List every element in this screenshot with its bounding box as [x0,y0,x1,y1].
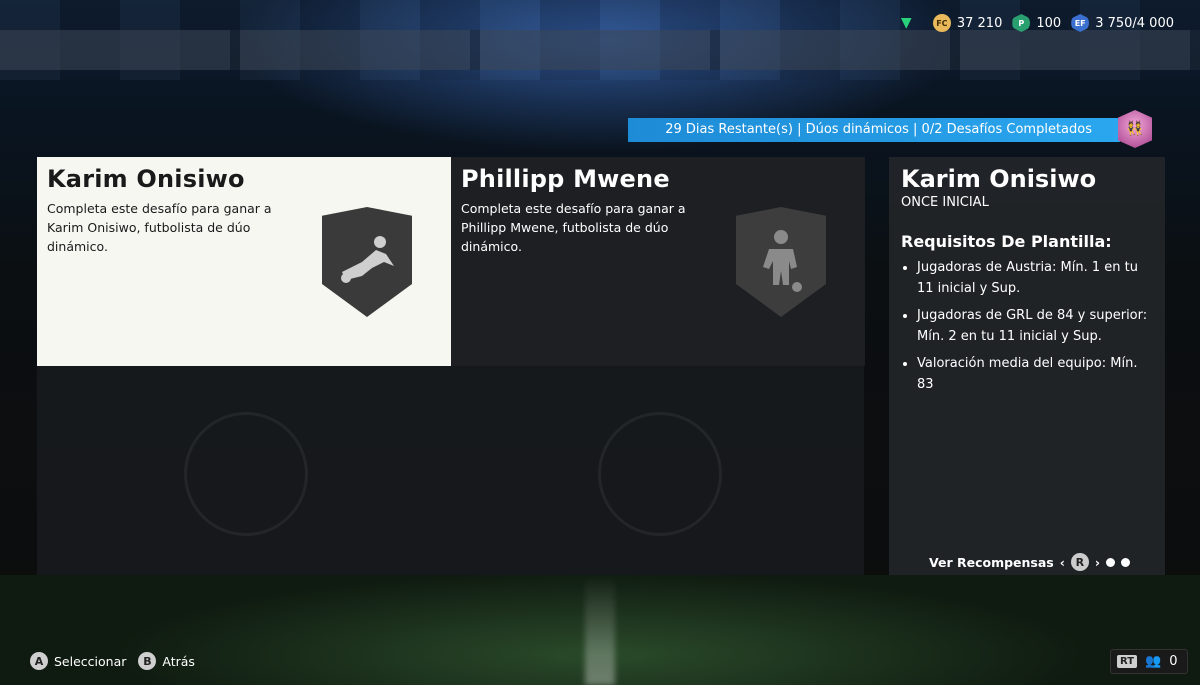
ef-icon: EF [1071,14,1090,32]
points-display: P 100 [1012,14,1061,32]
details-title: Karim Onisiwo [901,165,1097,193]
stadium-boards [0,30,1200,70]
duo-badge-icon: 👯 [1118,110,1152,148]
details-subtitle: ONCE INICIAL [901,195,989,210]
friends-button[interactable]: RT 👥 0 [1110,649,1188,674]
requirements-heading: Requisitos De Plantilla: [901,232,1112,251]
challenge-details-panel: Karim Onisiwo ONCE INICIAL Requisitos De… [889,157,1165,575]
coin-icon: FC [932,14,951,32]
points-icon: P [1012,14,1031,32]
requirement-item: Jugadoras de Austria: Mín. 1 en tu 11 in… [917,257,1153,299]
select-hint[interactable]: A Seleccionar [30,652,126,670]
player-emblem-icon [184,412,308,536]
back-hint[interactable]: B Atrás [138,652,195,670]
a-button-icon: A [30,652,48,670]
card-title: Karim Onisiwo [47,165,245,193]
chevron-left-icon: ‹ [1059,554,1065,570]
friends-count: 0 [1169,654,1178,669]
currency-bar: ▼ FC 37 210 P 100 EF 3 750/4 000 [901,14,1174,32]
select-label: Seleccionar [54,653,127,669]
challenge-card-karim[interactable]: Karim Onisiwo Completa este desafío para… [37,157,451,366]
card-description: Completa este desafío para ganar a Karim… [47,201,272,254]
back-label: Atrás [162,653,195,669]
coins-value: 37 210 [956,15,1003,31]
rt-button-icon: RT [1117,655,1138,668]
card-description: Completa este desafío para ganar a Phill… [461,201,686,254]
card-title: Phillipp Mwene [461,165,670,193]
player-silhouette-icon [322,207,412,317]
player-silhouette-icon [736,207,826,317]
view-rewards-button[interactable]: Ver Recompensas ‹ R › [929,553,1131,571]
points-value: 100 [1036,15,1062,31]
pitch-line [585,575,615,685]
banner-text: 29 Dias Restante(s) | Dúos dinámicos | 0… [665,122,1092,137]
coins-display: FC 37 210 [932,14,1003,32]
r-stick-icon: R [1070,553,1089,571]
ea-logo-icon: ▼ [900,15,912,31]
controller-hints: A Seleccionar B Atrás [30,652,195,670]
player-emblem-icon [598,412,722,536]
ef-display: EF 3 750/4 000 [1071,14,1174,32]
challenge-banner: 29 Dias Restante(s) | Dúos dinámicos | 0… [628,118,1120,142]
b-button-icon: B [138,652,157,670]
rewards-label: Ver Recompensas [929,554,1054,570]
requirement-item: Valoración media del equipo: Mín. 83 [917,353,1153,395]
chevron-right-icon: › [1094,554,1101,570]
requirement-item: Jugadoras de GRL de 84 y superior: Mín. … [917,305,1153,347]
requirements-list: Jugadoras de Austria: Mín. 1 en tu 11 in… [901,257,1153,395]
page-dot [1106,557,1116,567]
friends-icon: 👥 [1145,654,1162,669]
page-dot [1121,557,1131,567]
ef-value: 3 750/4 000 [1095,15,1174,31]
challenge-card-phillipp[interactable]: Phillipp Mwene Completa este desafío par… [451,157,865,366]
